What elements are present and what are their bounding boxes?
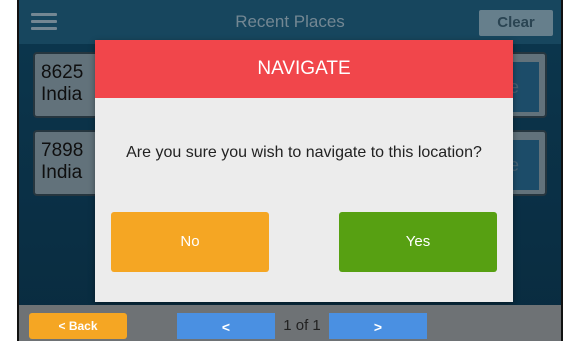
yes-button[interactable]: Yes — [339, 212, 497, 272]
app-frame: Recent Places Clear 8625 India e 7898 In… — [17, 0, 563, 341]
previous-page-button[interactable]: < — [177, 313, 275, 339]
dialog-message: Are you sure you wish to navigate to thi… — [126, 144, 482, 161]
next-page-button[interactable]: > — [329, 313, 427, 339]
page-indicator: 1 of 1 — [283, 317, 321, 334]
navigate-dialog: NAVIGATE Are you sure you wish to naviga… — [95, 40, 513, 302]
no-button[interactable]: No — [111, 212, 269, 272]
back-button[interactable]: < Back — [29, 313, 127, 339]
app-screen: Recent Places Clear 8625 India e 7898 In… — [19, 0, 561, 341]
bottom-bar: < Back < 1 of 1 > — [19, 305, 561, 341]
dialog-title: NAVIGATE — [95, 40, 513, 98]
